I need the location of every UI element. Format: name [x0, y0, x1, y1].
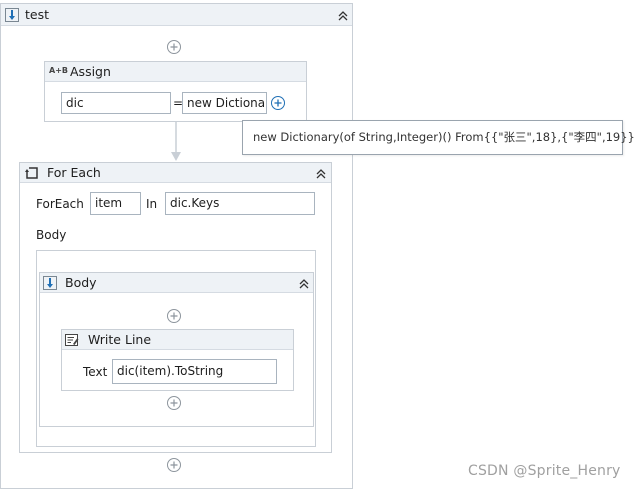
- flow-arrow: [171, 122, 181, 161]
- foreach-body-label: Body: [36, 228, 67, 242]
- body-sequence-title: Body: [65, 275, 97, 290]
- in-label: In: [146, 197, 158, 211]
- collapse-chevron-icon[interactable]: [336, 9, 350, 23]
- loop-icon: [25, 167, 38, 179]
- writeline-icon: [65, 334, 79, 346]
- foreach-collection-field[interactable]: dic.Keys: [165, 192, 315, 215]
- foreach-label: ForEach: [36, 197, 84, 211]
- add-activity-plus-icon[interactable]: [166, 395, 182, 411]
- writeline-activity[interactable]: Write Line Text dic(item).ToString: [61, 329, 294, 391]
- foreach-item-field[interactable]: item: [90, 192, 141, 215]
- writeline-header[interactable]: Write Line: [62, 330, 293, 350]
- body-sequence-header[interactable]: Body: [40, 273, 313, 293]
- foreach-body-container[interactable]: Body Write Line Text dic(item).ToString: [36, 250, 316, 447]
- add-activity-plus-icon[interactable]: [166, 308, 182, 324]
- expression-editor-plus-icon[interactable]: [270, 95, 286, 111]
- assign-header[interactable]: A+B Assign: [45, 62, 306, 82]
- sequence-test-title: test: [25, 7, 50, 22]
- sequence-test-header[interactable]: test: [1, 4, 352, 26]
- foreach-title: For Each: [47, 165, 101, 180]
- assign-activity[interactable]: A+B Assign dic = new Dictionar: [44, 61, 307, 122]
- foreach-activity[interactable]: For Each ForEach item In dic.Keys Body B…: [19, 162, 332, 453]
- writeline-text-label: Text: [83, 365, 108, 379]
- sequence-icon: [43, 276, 57, 290]
- assign-icon: A+B: [49, 66, 68, 75]
- assign-to-field[interactable]: dic: [61, 92, 171, 114]
- body-sequence[interactable]: Body Write Line Text dic(item).ToString: [39, 272, 314, 427]
- writeline-text-field[interactable]: dic(item).ToString: [112, 359, 277, 384]
- watermark: CSDN @Sprite_Henry: [468, 463, 621, 479]
- add-activity-plus-icon[interactable]: [166, 457, 182, 473]
- collapse-chevron-icon[interactable]: [314, 167, 328, 181]
- assign-title: Assign: [70, 64, 111, 79]
- foreach-header[interactable]: For Each: [20, 163, 331, 183]
- writeline-title: Write Line: [88, 332, 152, 347]
- assign-value-field[interactable]: new Dictionar: [182, 92, 267, 114]
- add-activity-plus-icon[interactable]: [166, 39, 182, 55]
- sequence-icon: [5, 8, 19, 22]
- collapse-chevron-icon[interactable]: [297, 277, 311, 291]
- expression-tooltip: new Dictionary(of String,Integer)() From…: [242, 120, 635, 155]
